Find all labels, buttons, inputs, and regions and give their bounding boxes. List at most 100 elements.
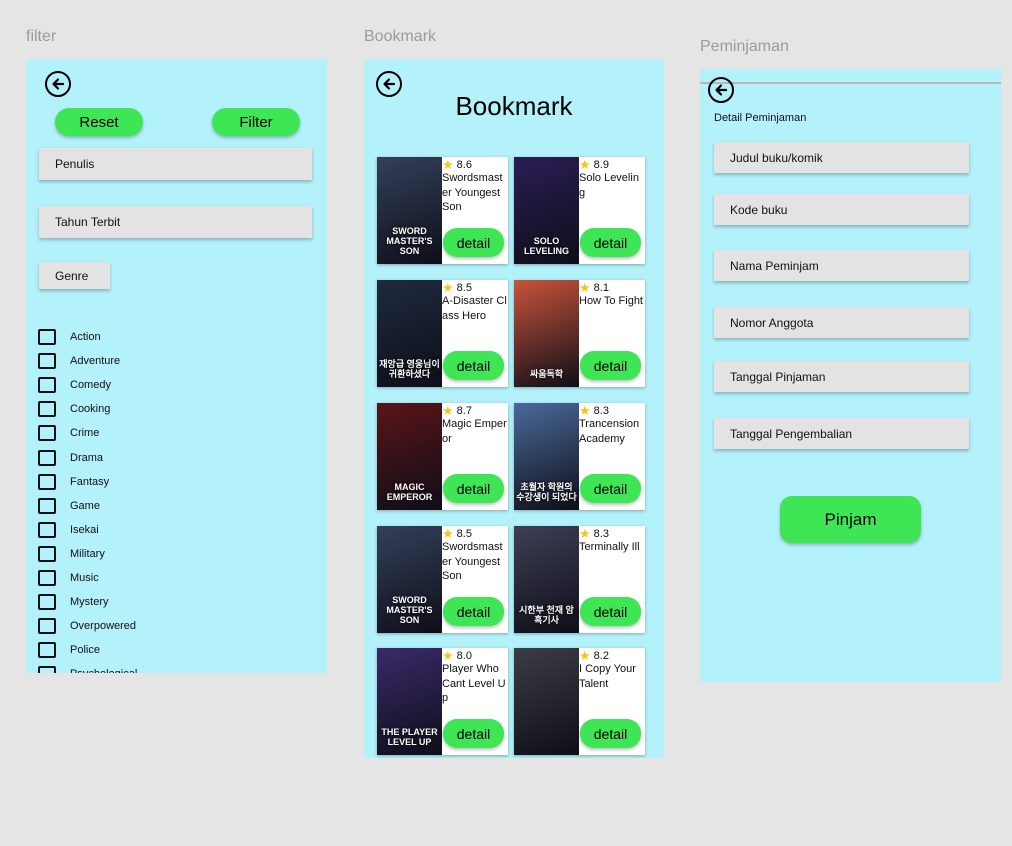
star-icon: ★ bbox=[579, 403, 591, 418]
genre-label: Mystery bbox=[70, 596, 109, 609]
bookmark-frame-label: Bookmark bbox=[364, 28, 437, 45]
star-icon: ★ bbox=[442, 648, 454, 663]
book-card[interactable]: MAGIC EMPEROR ★ 8.7 Magic Emperor detail bbox=[377, 403, 508, 510]
form-field[interactable]: Tanggal Pengembalian bbox=[714, 418, 969, 449]
checkbox-icon[interactable] bbox=[38, 401, 56, 418]
penulis-field[interactable]: Penulis bbox=[39, 148, 312, 180]
rating-value: 8.0 bbox=[456, 650, 472, 662]
detail-button[interactable]: detail bbox=[580, 228, 641, 257]
genre-option[interactable]: Police bbox=[38, 638, 318, 662]
detail-button[interactable]: detail bbox=[443, 719, 504, 748]
genre-option[interactable]: Fantasy bbox=[38, 470, 318, 494]
genre-option[interactable]: Action bbox=[38, 325, 318, 349]
form-field[interactable]: Kode buku bbox=[714, 194, 969, 225]
rating-value: 8.5 bbox=[456, 282, 472, 294]
book-cover[interactable] bbox=[514, 648, 579, 755]
genre-option[interactable]: Psychological bbox=[38, 662, 318, 673]
cover-text: SWORD MASTER'S SON bbox=[386, 595, 433, 625]
book-card[interactable]: SOLO LEVELING ★ 8.9 Solo Leveling detail bbox=[514, 157, 645, 264]
checkbox-icon[interactable] bbox=[38, 473, 56, 490]
pinjam-button[interactable]: Pinjam bbox=[780, 496, 921, 543]
back-arrow-icon[interactable] bbox=[45, 71, 71, 97]
checkbox-icon[interactable] bbox=[38, 594, 56, 611]
checkbox-icon[interactable] bbox=[38, 449, 56, 466]
rating-value: 8.9 bbox=[593, 159, 609, 171]
checkbox-icon[interactable] bbox=[38, 353, 56, 370]
book-card[interactable]: 재앙급 영웅님이 귀환하셨다 ★ 8.5 A-Disaster Class Hero d… bbox=[377, 280, 508, 387]
checkbox-icon[interactable] bbox=[38, 545, 56, 562]
book-cover[interactable]: MAGIC EMPEROR bbox=[377, 403, 442, 510]
genre-option[interactable]: Drama bbox=[38, 445, 318, 469]
checkbox-icon[interactable] bbox=[38, 377, 56, 394]
book-title: Solo Leveling bbox=[579, 172, 639, 199]
book-info: ★ 8.2 I Copy Your Talent bbox=[579, 649, 645, 691]
detail-button[interactable]: detail bbox=[443, 228, 504, 257]
genre-option[interactable]: Game bbox=[38, 494, 318, 518]
checkbox-icon[interactable] bbox=[38, 642, 56, 659]
back-arrow-icon[interactable] bbox=[708, 77, 734, 103]
rating-value: 8.1 bbox=[593, 282, 609, 294]
peminjaman-panel: Detail Peminjaman Judul buku/komik Kode b… bbox=[700, 69, 1001, 682]
detail-button[interactable]: detail bbox=[580, 719, 641, 748]
genre-option[interactable]: Isekai bbox=[38, 518, 318, 542]
form-field[interactable]: Nomor Anggota bbox=[714, 307, 969, 338]
detail-button[interactable]: detail bbox=[443, 474, 504, 503]
book-card[interactable]: SWORD MASTER'S SON ★ 8.5 Swordsmaster Young… bbox=[377, 526, 508, 633]
genre-option[interactable]: Crime bbox=[38, 421, 318, 445]
book-card[interactable]: 싸움독학 ★ 8.1 How To Fight detail bbox=[514, 280, 645, 387]
cover-text: 싸움독학 bbox=[529, 369, 564, 379]
book-cover[interactable]: 재앙급 영웅님이 귀환하셨다 bbox=[377, 280, 442, 387]
book-cover[interactable]: 초월자 학원의 수강생이 되었다 bbox=[514, 403, 579, 510]
book-cover[interactable]: 싸움독학 bbox=[514, 280, 579, 387]
rating-value: 8.3 bbox=[593, 528, 609, 540]
filter-button[interactable]: Filter bbox=[212, 108, 300, 136]
book-card[interactable]: SWORD MASTER'S SON ★ 8.6 Swordsmaster Young… bbox=[377, 157, 508, 264]
detail-button[interactable]: detail bbox=[443, 351, 504, 380]
peminjaman-frame-label: Peminjaman bbox=[700, 38, 789, 55]
genre-label: Isekai bbox=[70, 523, 99, 536]
rating-value: 8.2 bbox=[593, 650, 609, 662]
checkbox-icon[interactable] bbox=[38, 425, 56, 442]
tahun-terbit-field[interactable]: Tahun Terbit bbox=[39, 206, 312, 238]
checkbox-icon[interactable] bbox=[38, 521, 56, 538]
checkbox-icon[interactable] bbox=[38, 497, 56, 514]
detail-button[interactable]: detail bbox=[580, 474, 641, 503]
genre-option[interactable]: Comedy bbox=[38, 373, 318, 397]
book-cover[interactable]: SWORD MASTER'S SON bbox=[377, 157, 442, 264]
cover-text: SOLO LEVELING bbox=[523, 236, 569, 256]
reset-button[interactable]: Reset bbox=[55, 108, 143, 136]
checkbox-icon[interactable] bbox=[38, 666, 56, 673]
book-title: Player Who Cant Level Up bbox=[442, 663, 506, 704]
book-cover[interactable]: SWORD MASTER'S SON bbox=[377, 526, 442, 633]
checkbox-icon[interactable] bbox=[38, 329, 56, 346]
top-divider bbox=[700, 82, 1001, 84]
genre-option[interactable]: Cooking bbox=[38, 397, 318, 421]
rating-value: 8.5 bbox=[456, 528, 472, 540]
checkbox-icon[interactable] bbox=[38, 569, 56, 586]
detail-button[interactable]: detail bbox=[580, 351, 641, 380]
form-field[interactable]: Nama Peminjam bbox=[714, 250, 969, 281]
genre-option[interactable]: Music bbox=[38, 566, 318, 590]
detail-button[interactable]: detail bbox=[580, 597, 641, 626]
book-info: ★ 8.7 Magic Emperor bbox=[442, 403, 508, 446]
form-field[interactable]: Tanggal Pinjaman bbox=[714, 361, 969, 392]
star-icon: ★ bbox=[442, 403, 454, 418]
checkbox-icon[interactable] bbox=[38, 618, 56, 635]
genre-field[interactable]: Genre bbox=[39, 262, 110, 289]
genre-option[interactable]: Adventure bbox=[38, 349, 318, 373]
genre-option[interactable]: Military bbox=[38, 542, 318, 566]
book-card[interactable]: 초월자 학원의 수강생이 되었다 ★ 8.3 Trancension Academy d… bbox=[514, 403, 645, 510]
book-rating: ★ 8.0 bbox=[442, 648, 508, 663]
genre-label: Game bbox=[70, 499, 100, 512]
book-cover[interactable]: SOLO LEVELING bbox=[514, 157, 579, 264]
form-field[interactable]: Judul buku/komik bbox=[714, 142, 969, 173]
genre-option[interactable]: Mystery bbox=[38, 590, 318, 614]
bookmark-panel: Bookmark SWORD MASTER'S SON ★ 8.6 Swordsmas… bbox=[364, 59, 664, 758]
detail-button[interactable]: detail bbox=[443, 597, 504, 626]
book-card[interactable]: ★ 8.2 I Copy Your Talent detail bbox=[514, 648, 645, 755]
book-card[interactable]: 시한부 천재 암흑기사 ★ 8.3 Terminally Ill detail bbox=[514, 526, 645, 633]
book-cover[interactable]: THE PLAYER LEVEL UP bbox=[377, 648, 442, 755]
genre-option[interactable]: Overpowered bbox=[38, 614, 318, 638]
book-card[interactable]: THE PLAYER LEVEL UP ★ 8.0 Player Who Cant L… bbox=[377, 648, 508, 755]
book-cover[interactable]: 시한부 천재 암흑기사 bbox=[514, 526, 579, 633]
